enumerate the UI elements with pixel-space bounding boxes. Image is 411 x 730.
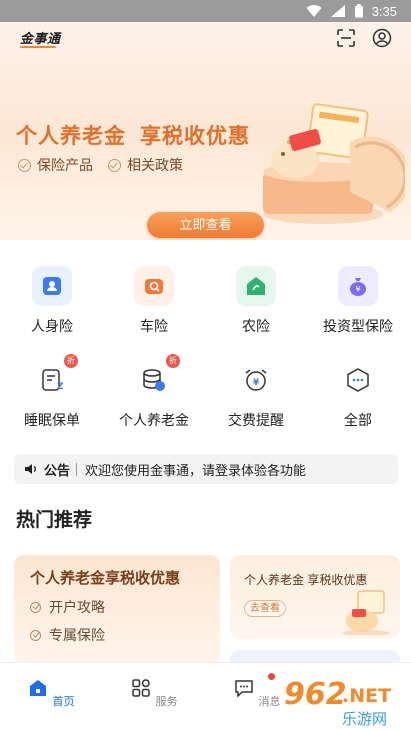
svg-text:Z: Z <box>57 382 64 392</box>
service-car-insurance[interactable]: 车险 <box>104 266 204 336</box>
discount-badge: 折 <box>64 354 78 368</box>
tab-services[interactable]: 服务 <box>124 677 184 709</box>
check-circle-icon <box>108 158 121 172</box>
service-investment-insurance[interactable]: ¥ 投资型保险 <box>308 266 408 336</box>
service-agri-insurance[interactable]: 农险 <box>206 266 306 336</box>
sleep-policy-icon: Z 折 <box>32 354 78 400</box>
money-bag-icon: ¥ <box>338 266 378 306</box>
alarm-clock-icon: ¥ <box>236 360 276 400</box>
divider <box>76 462 78 476</box>
banner-title: 个人养老金 享税收优惠 <box>16 120 250 150</box>
check-circle-icon <box>18 158 31 172</box>
banner-title-part2: 享税收优惠 <box>140 125 250 148</box>
banner-feature-2: 相关政策 <box>108 155 183 175</box>
home-icon <box>30 680 47 696</box>
service-all[interactable]: 全部 <box>308 360 408 430</box>
status-bar: 3:35 <box>0 0 411 22</box>
tab-messages[interactable]: 消息 <box>227 673 287 709</box>
mini-card-title: 个人养老金 享税收优惠 <box>244 573 368 587</box>
logo-underline <box>20 46 56 48</box>
watermark-site: 乐游网 <box>342 710 387 728</box>
status-time: 3:35 <box>371 3 397 19</box>
svg-text:¥: ¥ <box>355 285 360 294</box>
go-view-button[interactable]: 去查看 <box>244 600 286 617</box>
check-circle-icon <box>30 629 41 641</box>
car-icon <box>134 266 174 306</box>
more-hexagon-icon <box>338 360 378 400</box>
site-watermark: 962 .NET 乐游网 <box>284 677 391 728</box>
wifi-icon <box>306 5 322 18</box>
card-title: 个人养老金享税收优惠 <box>30 570 181 587</box>
message-icon <box>235 680 254 698</box>
hot-section-title: 热门推荐 <box>16 510 93 531</box>
card-item-exclusive-insurance: 专属保险 <box>30 625 105 645</box>
scan-icon[interactable] <box>336 28 356 48</box>
service-grid: 人身险 车险 农险 ¥ 投资型保险 Z 折 睡眠保单 折 个人养老金 ¥ 交费提… <box>0 240 411 440</box>
coins-stack-icon: 折 <box>134 354 180 400</box>
service-payment-reminder[interactable]: ¥ 交费提醒 <box>206 360 306 430</box>
app-logo: 金事通 <box>20 31 61 46</box>
unread-dot <box>268 673 275 680</box>
card-item-open-guide: 开户攻略 <box>30 597 105 617</box>
check-circle-icon <box>30 601 41 613</box>
announcement-tag: 公告 <box>44 462 71 478</box>
signal-icon <box>330 5 345 17</box>
announcement-text: 欢迎您使用金事通，请登录体验各功能 <box>85 462 307 478</box>
discount-badge: 折 <box>166 354 180 368</box>
pension-mini-card[interactable]: 个人养老金 享税收优惠 去查看 <box>230 555 400 639</box>
farm-house-icon <box>236 266 276 306</box>
piggy-bank-illustration <box>342 590 390 635</box>
speaker-icon <box>25 464 36 474</box>
view-now-button[interactable]: 立即查看 <box>147 212 264 238</box>
battery-icon <box>354 4 363 18</box>
person-card-icon <box>32 266 72 306</box>
piggy-bank-illustration <box>263 103 405 224</box>
tab-home[interactable]: 首页 <box>21 677 81 709</box>
svg-text:¥: ¥ <box>253 378 260 388</box>
watermark-brand: 962 <box>284 677 347 712</box>
user-profile-icon[interactable] <box>372 28 392 48</box>
watermark-suffix: .NET <box>342 685 391 707</box>
service-sleep-policy[interactable]: Z 折 睡眠保单 <box>2 354 102 430</box>
banner-title-part1: 个人养老金 <box>16 125 126 148</box>
announcement-bar[interactable]: 公告 欢迎您使用金事通，请登录体验各功能 <box>14 454 398 484</box>
hero-banner[interactable]: 金事通 个人养老金 享税收优惠 保险产品 相关政策 立即查看 <box>0 22 411 240</box>
banner-feature-1: 保险产品 <box>18 155 93 175</box>
service-personal-insurance[interactable]: 人身险 <box>2 266 102 336</box>
grid-icon <box>132 679 151 697</box>
pension-promo-card[interactable]: 个人养老金享税收优惠 开户攻略 专属保险 <box>14 555 220 665</box>
service-personal-pension[interactable]: 折 个人养老金 <box>104 354 204 430</box>
